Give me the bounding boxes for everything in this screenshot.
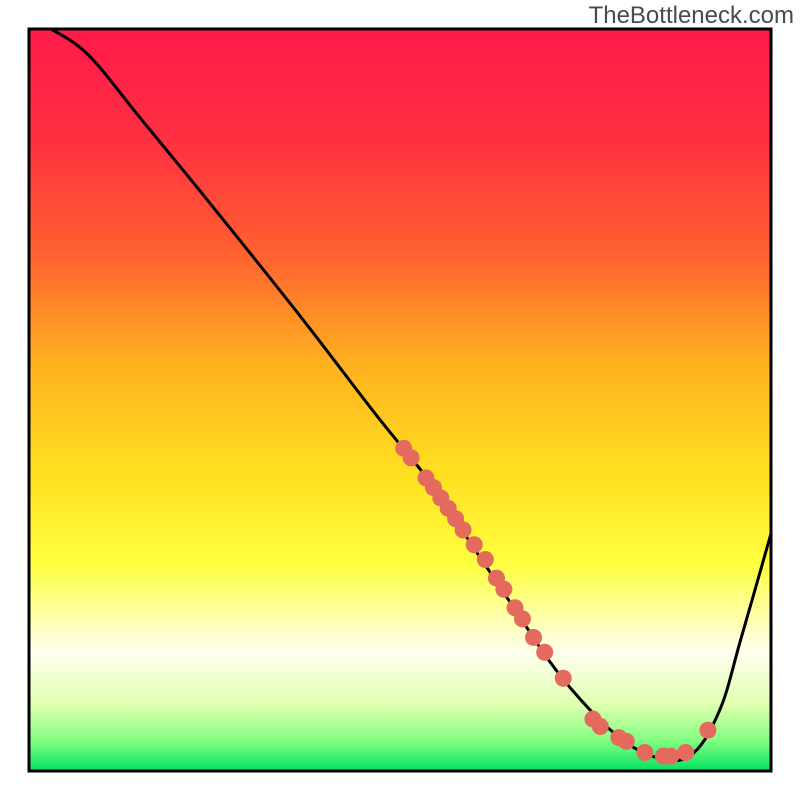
data-point <box>592 718 609 735</box>
chart-container: TheBottleneck.com <box>0 0 800 800</box>
data-point <box>455 521 472 538</box>
data-point <box>536 644 553 661</box>
data-point <box>618 733 635 750</box>
data-point <box>636 744 653 761</box>
data-point <box>677 744 694 761</box>
data-point <box>662 748 679 765</box>
plot-background <box>29 29 771 771</box>
data-point <box>514 610 531 627</box>
data-point <box>466 536 483 553</box>
data-point <box>495 581 512 598</box>
watermark-text: TheBottleneck.com <box>589 2 794 30</box>
data-point <box>477 551 494 568</box>
data-point <box>699 722 716 739</box>
data-point <box>555 670 572 687</box>
data-point <box>525 629 542 646</box>
data-point <box>403 449 420 466</box>
chart-svg <box>0 0 800 800</box>
